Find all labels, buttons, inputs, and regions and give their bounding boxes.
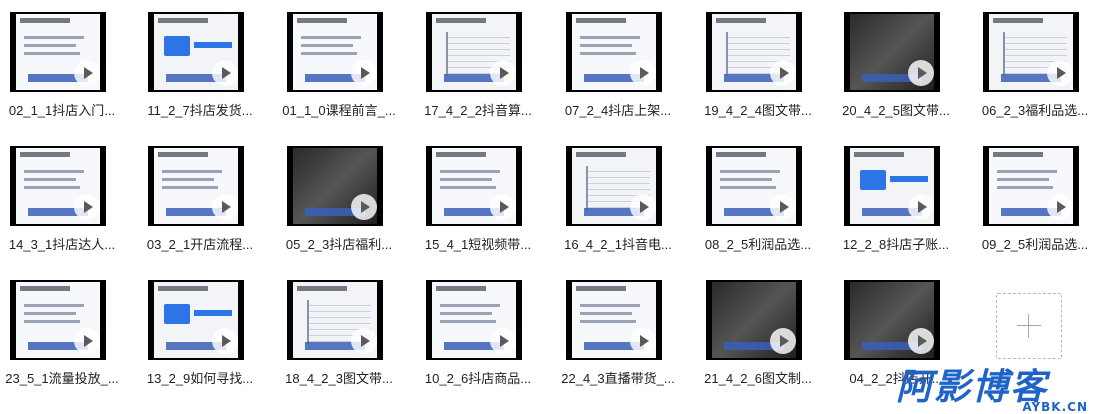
video-thumbnail[interactable] <box>844 146 940 226</box>
video-thumbnail[interactable] <box>706 280 802 360</box>
video-filename: 21_4_2_6图文制... <box>704 371 812 386</box>
play-icon[interactable] <box>351 194 377 220</box>
play-icon[interactable] <box>770 194 796 220</box>
video-filename: 10_2_6抖店商品... <box>424 371 532 386</box>
video-thumbnail[interactable] <box>148 280 244 360</box>
video-filename: 07_2_4抖店上架... <box>564 103 672 118</box>
video-tile[interactable]: 17_4_2_2抖音算... <box>416 12 540 120</box>
play-icon[interactable] <box>351 328 377 354</box>
video-thumbnail[interactable] <box>287 12 383 92</box>
video-filename: 14_3_1抖店达人... <box>8 237 116 252</box>
video-tile[interactable]: 11_2_7抖店发货... <box>138 12 262 120</box>
video-thumbnail[interactable] <box>10 12 106 92</box>
video-filename: 01_1_0课程前言_... <box>282 103 396 118</box>
video-filename: 08_2_5利润品选... <box>704 237 812 252</box>
video-thumbnail[interactable] <box>566 146 662 226</box>
video-filename: 23_5_1流量投放_... <box>5 371 119 386</box>
play-icon[interactable] <box>1047 60 1073 86</box>
video-tile[interactable]: 13_2_9如何寻找... <box>138 280 262 388</box>
video-tile[interactable]: 01_1_0课程前言_... <box>277 12 401 120</box>
video-tile[interactable]: 20_4_2_5图文带... <box>834 12 958 120</box>
video-filename: 13_2_9如何寻找... <box>146 371 254 386</box>
play-icon[interactable] <box>74 60 100 86</box>
play-icon[interactable] <box>908 60 934 86</box>
video-thumbnail[interactable] <box>706 146 802 226</box>
video-thumbnail[interactable] <box>706 12 802 92</box>
video-tile[interactable]: 04_2_2抖店开... <box>834 280 958 388</box>
video-tile[interactable]: 22_4_3直播带货_... <box>556 280 680 388</box>
video-thumbnail[interactable] <box>844 12 940 92</box>
video-thumbnail[interactable] <box>10 280 106 360</box>
video-tile[interactable]: 05_2_3抖店福利... <box>277 146 401 254</box>
play-icon[interactable] <box>212 60 238 86</box>
video-tile[interactable]: 19_4_2_4图文带... <box>696 12 820 120</box>
video-filename: 02_1_1抖店入门... <box>8 103 116 118</box>
video-tile[interactable]: 09_2_5利润品选... <box>973 146 1094 254</box>
video-thumbnail[interactable] <box>148 146 244 226</box>
play-icon[interactable] <box>770 328 796 354</box>
video-filename: 04_2_2抖店开... <box>849 371 943 386</box>
play-icon[interactable] <box>490 60 516 86</box>
video-filename: 06_2_3福利品选... <box>981 103 1089 118</box>
video-thumbnail[interactable] <box>426 280 522 360</box>
video-filename: 16_4_2_1抖音电... <box>564 237 672 252</box>
play-icon[interactable] <box>212 328 238 354</box>
video-tile[interactable]: 15_4_1短视频带... <box>416 146 540 254</box>
video-tile[interactable]: 21_4_2_6图文制... <box>696 280 820 388</box>
video-tile[interactable]: 14_3_1抖店达人... <box>0 146 124 254</box>
play-icon[interactable] <box>630 328 656 354</box>
video-thumbnail[interactable] <box>426 12 522 92</box>
video-filename: 11_2_7抖店发货... <box>147 103 253 118</box>
add-video-button[interactable] <box>996 293 1062 359</box>
video-filename: 19_4_2_4图文带... <box>704 103 812 118</box>
video-thumbnail[interactable] <box>566 280 662 360</box>
play-icon[interactable] <box>630 194 656 220</box>
play-icon[interactable] <box>74 328 100 354</box>
video-thumbnail[interactable] <box>426 146 522 226</box>
video-tile[interactable]: 06_2_3福利品选... <box>973 12 1094 120</box>
video-filename: 17_4_2_2抖音算... <box>424 103 532 118</box>
video-tile[interactable]: 23_5_1流量投放_... <box>0 280 124 388</box>
video-filename: 18_4_2_3图文带... <box>285 371 393 386</box>
video-filename: 12_2_8抖店子账... <box>842 237 950 252</box>
play-icon[interactable] <box>1047 194 1073 220</box>
video-tile[interactable]: 07_2_4抖店上架... <box>556 12 680 120</box>
video-tile[interactable]: 02_1_1抖店入门... <box>0 12 124 120</box>
video-filename: 09_2_5利润品选... <box>981 237 1089 252</box>
video-filename: 03_2_1开店流程... <box>146 237 254 252</box>
video-tile[interactable]: 03_2_1开店流程... <box>138 146 262 254</box>
video-tile[interactable]: 12_2_8抖店子账... <box>834 146 958 254</box>
play-icon[interactable] <box>770 60 796 86</box>
play-icon[interactable] <box>490 194 516 220</box>
video-thumbnail[interactable] <box>287 280 383 360</box>
video-thumbnail[interactable] <box>10 146 106 226</box>
play-icon[interactable] <box>74 194 100 220</box>
video-thumbnail[interactable] <box>287 146 383 226</box>
video-grid: 02_1_1抖店入门... 11_2_7抖店发货... 01_1_0课程前言_...… <box>0 0 1094 414</box>
play-icon[interactable] <box>490 328 516 354</box>
video-thumbnail[interactable] <box>983 146 1079 226</box>
play-icon[interactable] <box>630 60 656 86</box>
video-filename: 20_4_2_5图文带... <box>842 103 950 118</box>
video-tile[interactable]: 08_2_5利润品选... <box>696 146 820 254</box>
video-filename: 05_2_3抖店福利... <box>285 237 393 252</box>
video-tile[interactable]: 16_4_2_1抖音电... <box>556 146 680 254</box>
play-icon[interactable] <box>908 328 934 354</box>
video-thumbnail[interactable] <box>983 12 1079 92</box>
play-icon[interactable] <box>351 60 377 86</box>
video-filename: 15_4_1短视频带... <box>424 237 532 252</box>
play-icon[interactable] <box>908 194 934 220</box>
play-icon[interactable] <box>212 194 238 220</box>
video-filename: 22_4_3直播带货_... <box>561 371 675 386</box>
video-tile[interactable]: 10_2_6抖店商品... <box>416 280 540 388</box>
video-thumbnail[interactable] <box>148 12 244 92</box>
video-thumbnail[interactable] <box>566 12 662 92</box>
video-tile[interactable]: 18_4_2_3图文带... <box>277 280 401 388</box>
video-thumbnail[interactable] <box>844 280 940 360</box>
